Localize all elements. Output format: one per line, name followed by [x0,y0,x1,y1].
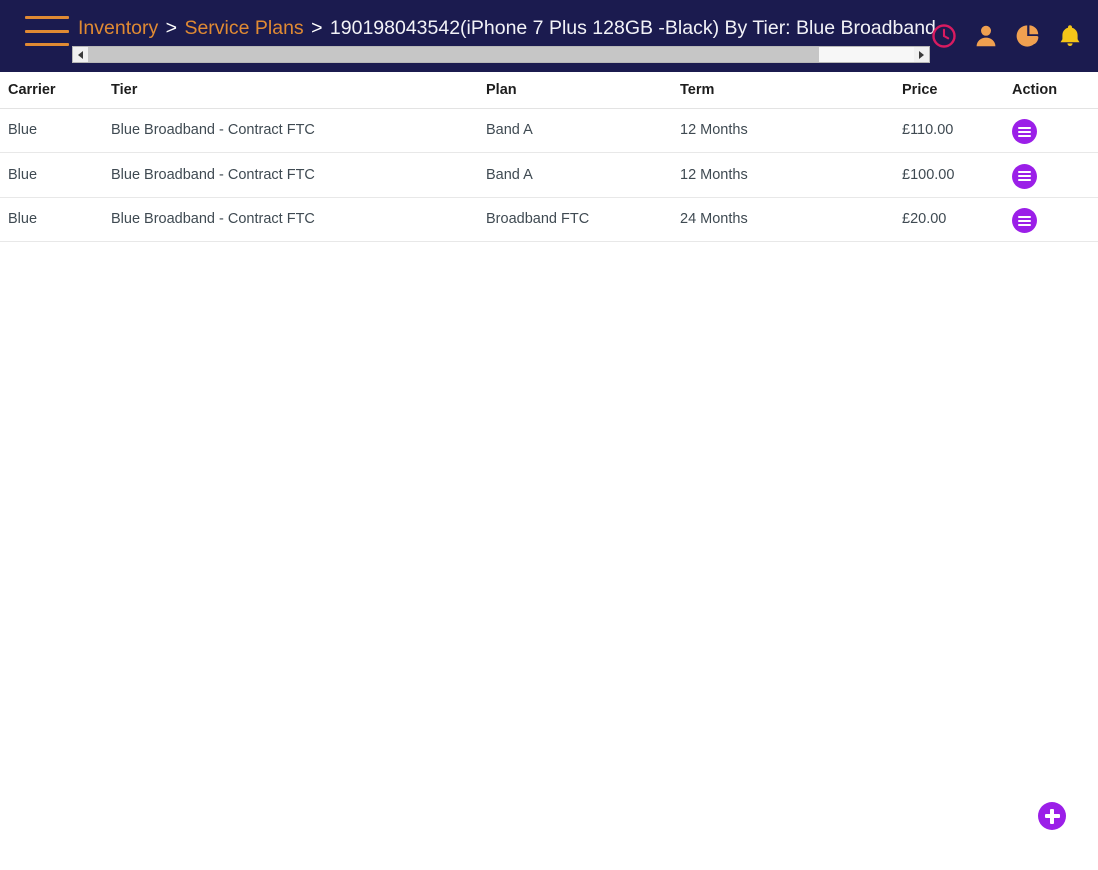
triangle-right-icon [919,50,924,59]
top-bar-icons [930,19,1084,53]
column-header-action: Action [1004,72,1098,109]
cell-price: £20.00 [894,197,1004,242]
service-plans-table: Carrier Tier Plan Term Price Action Blue… [0,72,1098,242]
menu-line [1018,126,1031,129]
column-header-plan[interactable]: Plan [478,72,672,109]
user-icon[interactable] [972,22,1000,50]
menu-line [1018,134,1031,137]
breadcrumb-item-inventory[interactable]: Inventory [78,17,158,39]
cell-term: 12 Months [672,152,894,198]
hamburger-line [25,43,69,46]
hamburger-menu-icon[interactable] [25,16,69,46]
breadcrumb-item-service-plans[interactable]: Service Plans [184,17,303,39]
breadcrumb-horizontal-scrollbar[interactable] [72,46,930,63]
hamburger-line [25,29,69,33]
cell-term: 24 Months [672,197,894,242]
breadcrumb: Inventory > Service Plans > 190198043542… [78,13,940,43]
triangle-left-icon [78,50,83,59]
scroll-left-arrow-icon[interactable] [73,47,88,62]
cell-carrier: Blue [0,152,103,198]
column-header-term[interactable]: Term [672,72,894,109]
menu-line [1018,223,1031,226]
cell-tier: Blue Broadband - Contract FTC [103,108,478,153]
cell-action [1004,197,1098,242]
row-menu-icon[interactable] [1012,119,1037,144]
cell-plan: Broadband FTC [478,197,672,242]
breadcrumb-separator: > [311,17,323,39]
menu-line [1018,219,1031,222]
pie-chart-icon[interactable] [1014,22,1042,50]
app-root: Inventory > Service Plans > 190198043542… [0,0,1098,870]
cell-action [1004,152,1098,198]
plus-icon [1049,808,1055,824]
menu-line [1018,175,1031,177]
breadcrumb-separator: > [165,17,178,39]
clock-icon[interactable] [930,22,958,50]
scrollbar-thumb[interactable] [88,47,819,62]
cell-action [1004,108,1098,153]
scrollbar-track[interactable] [88,47,914,62]
service-plans-table-container: Carrier Tier Plan Term Price Action Blue… [0,72,1098,870]
row-menu-icon[interactable] [1012,163,1037,189]
cell-price: £100.00 [894,152,1004,198]
scroll-right-arrow-icon[interactable] [914,47,929,62]
cell-term: 12 Months [672,108,894,153]
cell-price: £110.00 [894,108,1004,153]
add-button[interactable] [1038,802,1066,830]
row-menu-icon[interactable] [1012,208,1037,233]
column-header-price[interactable]: Price [894,72,1004,109]
table-row[interactable]: Blue Blue Broadband - Contract FTC Broad… [0,197,1098,242]
table-header-row: Carrier Tier Plan Term Price Action [0,72,1098,109]
menu-line [1018,130,1031,133]
cell-carrier: Blue [0,197,103,242]
cell-tier: Blue Broadband - Contract FTC [103,197,478,242]
menu-line [1018,171,1031,173]
table-row[interactable]: Blue Blue Broadband - Contract FTC Band … [0,108,1098,153]
cell-plan: Band A [478,108,672,153]
table-body: Blue Blue Broadband - Contract FTC Band … [0,108,1098,242]
hamburger-line [25,16,69,19]
breadcrumb-item-current: 190198043542(iPhone 7 Plus 128GB -Black)… [329,17,940,39]
cell-tier: Blue Broadband - Contract FTC [103,152,478,198]
table-head: Carrier Tier Plan Term Price Action [0,72,1098,109]
table-row[interactable]: Blue Blue Broadband - Contract FTC Band … [0,152,1098,198]
menu-line [1018,215,1031,218]
menu-line [1018,179,1031,181]
bell-icon[interactable] [1056,22,1084,50]
top-bar: Inventory > Service Plans > 190198043542… [0,0,1098,72]
cell-carrier: Blue [0,108,103,153]
cell-plan: Band A [478,152,672,198]
column-header-carrier[interactable]: Carrier [0,72,103,109]
column-header-tier[interactable]: Tier [103,72,478,109]
